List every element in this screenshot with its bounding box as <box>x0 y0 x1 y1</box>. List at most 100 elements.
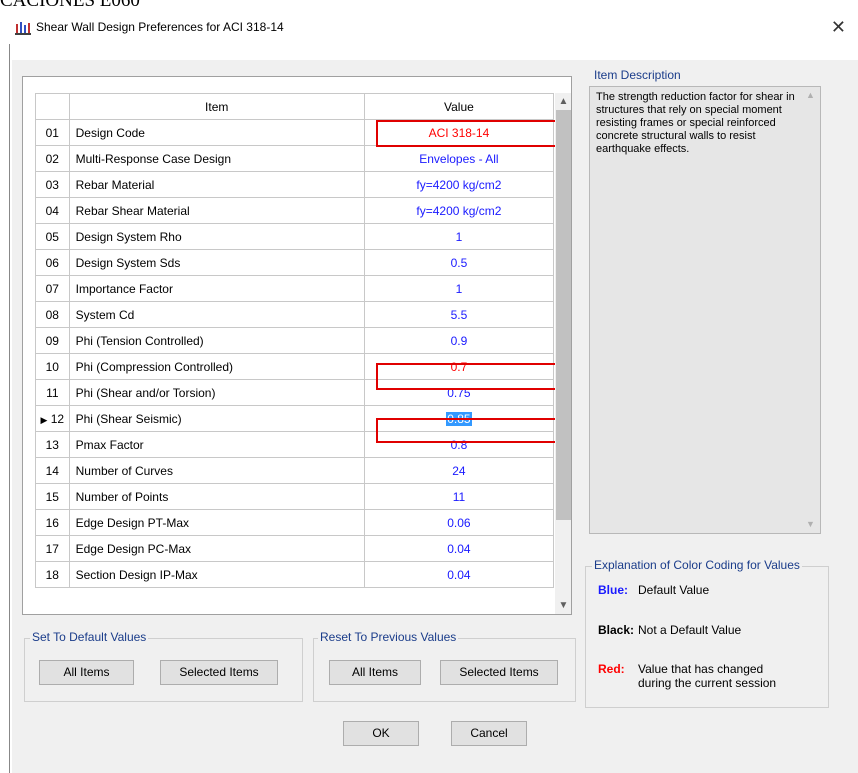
grid-vertical-scrollbar[interactable]: ▲ ▼ <box>555 93 571 614</box>
legend-blue: Blue: Default Value <box>598 583 709 597</box>
highlight-box-design-code <box>376 120 557 147</box>
table-row[interactable]: 18 Section Design IP-Max 0.04 <box>35 561 555 588</box>
value-cell[interactable]: 0.9 <box>363 327 555 354</box>
scroll-down-icon[interactable]: ▼ <box>802 516 819 533</box>
item-cell[interactable]: Design System Rho <box>68 223 365 250</box>
value-text: 1 <box>455 281 463 296</box>
value-cell[interactable]: fy=4200 kg/cm2 <box>363 197 555 224</box>
scroll-up-icon[interactable]: ▲ <box>555 93 571 110</box>
value-cell[interactable]: fy=4200 kg/cm2 <box>363 171 555 198</box>
row-number-text: 06 <box>45 255 59 270</box>
row-number-header <box>35 93 70 120</box>
value-cell[interactable]: 1 <box>363 223 555 250</box>
item-cell[interactable]: Number of Points <box>68 483 365 510</box>
scroll-up-icon[interactable]: ▲ <box>802 87 819 104</box>
item-cell[interactable]: Design System Sds <box>68 249 365 276</box>
scrollbar-thumb[interactable] <box>556 110 571 520</box>
table-row[interactable]: 07 Importance Factor 1 <box>35 275 555 302</box>
row-number-text: 08 <box>45 307 59 322</box>
value-cell[interactable]: 0.06 <box>363 509 555 536</box>
row-number-text: 14 <box>45 463 59 478</box>
item-cell[interactable]: Phi (Shear and/or Torsion) <box>68 379 365 406</box>
legend-blue-key: Blue: <box>598 583 628 597</box>
table-row[interactable]: 03 Rebar Material fy=4200 kg/cm2 <box>35 171 555 198</box>
app-icon <box>15 21 31 35</box>
item-cell[interactable]: System Cd <box>68 301 365 328</box>
close-icon[interactable]: ✕ <box>831 17 846 38</box>
value-text: 0.5 <box>450 255 468 270</box>
current-row-icon: ▶ <box>40 414 48 425</box>
design-preferences-grid: Item Value 01 Design Code ACI 318-14 02 Mult… <box>22 76 572 615</box>
set-default-selected-items-button[interactable]: Selected Items <box>160 660 278 685</box>
row-number: 02 <box>35 145 70 172</box>
color-coding-label: Explanation of Color Coding for Values <box>592 558 802 572</box>
row-number-text: 18 <box>45 567 59 582</box>
value-cell[interactable]: 24 <box>363 457 555 484</box>
value-text: 0.04 <box>447 567 471 582</box>
value-column-header: Value <box>363 93 555 120</box>
reset-previous-selected-items-button[interactable]: Selected Items <box>440 660 558 685</box>
set-default-all-items-button[interactable]: All Items <box>39 660 134 685</box>
row-number-text: 17 <box>45 541 59 556</box>
value-text: 0.04 <box>447 541 471 556</box>
description-scrollbar[interactable]: ▲ ▼ <box>802 87 819 533</box>
value-text: 5.5 <box>450 307 468 322</box>
row-number-text: 13 <box>45 437 59 452</box>
table-row[interactable]: 05 Design System Rho 1 <box>35 223 555 250</box>
reset-previous-all-items-button[interactable]: All Items <box>329 660 421 685</box>
table-row[interactable]: 04 Rebar Shear Material fy=4200 kg/cm2 <box>35 197 555 224</box>
item-cell[interactable]: Number of Curves <box>68 457 365 484</box>
row-number: 06 <box>35 249 70 276</box>
value-cell[interactable]: 0.04 <box>363 561 555 588</box>
row-number: 16 <box>35 509 70 536</box>
value-cell[interactable]: Envelopes - All <box>363 145 555 172</box>
row-number: 17 <box>35 535 70 562</box>
item-cell[interactable]: Rebar Shear Material <box>68 197 365 224</box>
value-cell[interactable]: 5.5 <box>363 301 555 328</box>
window-left-edge <box>9 44 10 773</box>
row-number-text: 11 <box>46 385 59 400</box>
row-number: 03 <box>35 171 70 198</box>
table-row[interactable]: 09 Phi (Tension Controlled) 0.9 <box>35 327 555 354</box>
item-cell[interactable]: Design Code <box>68 119 365 146</box>
row-number-text: 02 <box>45 151 59 166</box>
item-cell[interactable]: Edge Design PC-Max <box>68 535 365 562</box>
value-text: Envelopes - All <box>419 151 499 166</box>
scroll-down-icon[interactable]: ▼ <box>555 597 571 614</box>
item-cell[interactable]: Phi (Tension Controlled) <box>68 327 365 354</box>
item-cell[interactable]: Importance Factor <box>68 275 365 302</box>
item-cell[interactable]: Multi-Response Case Design <box>68 145 365 172</box>
ok-button[interactable]: OK <box>343 721 419 746</box>
item-cell[interactable]: Phi (Compression Controlled) <box>68 353 365 380</box>
table-row[interactable]: 17 Edge Design PC-Max 0.04 <box>35 535 555 562</box>
value-text: 0.06 <box>447 515 471 530</box>
cancel-button[interactable]: Cancel <box>451 721 527 746</box>
table-row[interactable]: 16 Edge Design PT-Max 0.06 <box>35 509 555 536</box>
table-row[interactable]: 14 Number of Curves 24 <box>35 457 555 484</box>
table-row[interactable]: 06 Design System Sds 0.5 <box>35 249 555 276</box>
legend-blue-desc: Default Value <box>638 583 710 597</box>
highlight-box-phi-compression <box>376 363 557 390</box>
table-header-row: Item Value <box>35 93 555 120</box>
item-cell[interactable]: Rebar Material <box>68 171 365 198</box>
item-description-label: Item Description <box>592 68 683 82</box>
table-row[interactable]: 15 Number of Points 11 <box>35 483 555 510</box>
highlight-box-phi-shear-seismic <box>376 418 557 443</box>
value-cell[interactable]: 0.04 <box>363 535 555 562</box>
value-text: 0.9 <box>450 333 468 348</box>
row-number: 04 <box>35 197 70 224</box>
row-number-text: 16 <box>45 515 59 530</box>
reset-previous-label: Reset To Previous Values <box>318 630 459 644</box>
value-cell[interactable]: 0.5 <box>363 249 555 276</box>
item-cell[interactable]: Pmax Factor <box>68 431 365 458</box>
value-text: 11 <box>452 489 466 504</box>
row-number: 15 <box>35 483 70 510</box>
item-cell[interactable]: Edge Design PT-Max <box>68 509 365 536</box>
table-row[interactable]: 02 Multi-Response Case Design Envelopes - … <box>35 145 555 172</box>
item-cell[interactable]: Phi (Shear Seismic) <box>68 405 365 432</box>
value-cell[interactable]: 1 <box>363 275 555 302</box>
item-cell[interactable]: Section Design IP-Max <box>68 561 365 588</box>
value-cell[interactable]: 11 <box>363 483 555 510</box>
row-number-text: 12 <box>50 411 65 426</box>
table-row[interactable]: 08 System Cd 5.5 <box>35 301 555 328</box>
